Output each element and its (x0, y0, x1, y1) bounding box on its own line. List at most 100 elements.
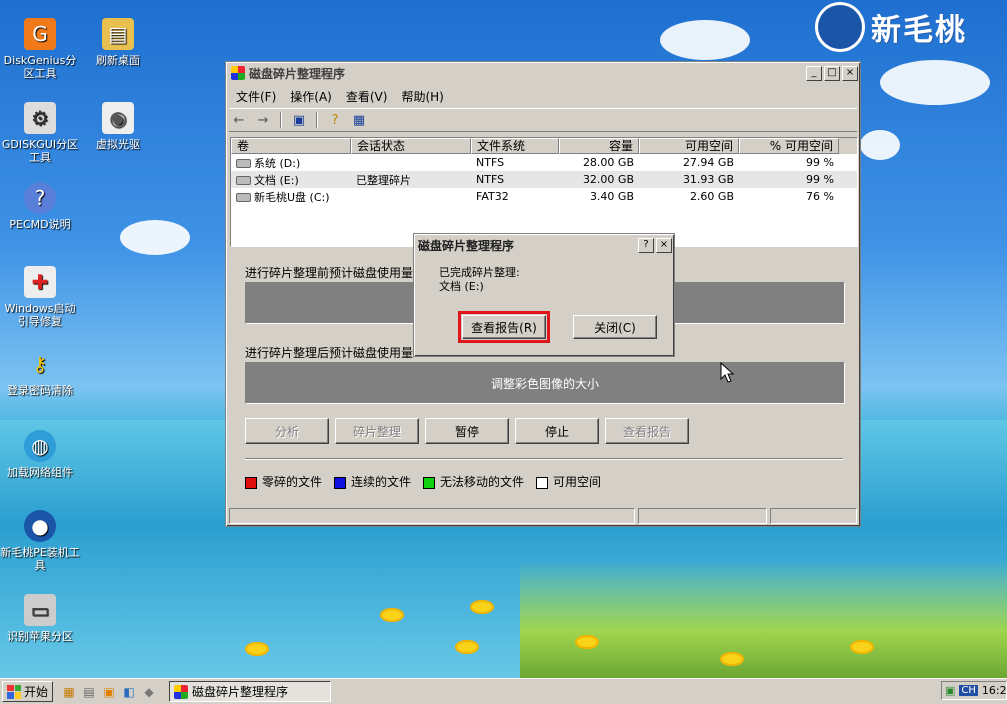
diskgenius-icon: G (24, 18, 56, 50)
menu-bar: 文件(F) 操作(A) 查看(V) 帮助(H) (229, 86, 451, 104)
taskbar: 开始 ▦ ▤ ▣ ◧ ◆ 磁盘碎片整理程序 ▣ CH 16:2 (0, 678, 1007, 704)
apple-partition-icon: ▭ (24, 594, 56, 626)
minimize-button[interactable]: _ (806, 65, 822, 81)
back-arrow-icon[interactable]: ← (229, 111, 249, 129)
desktop-icon-installer[interactable]: ● 新毛桃PE装机工具 (0, 510, 80, 572)
maximize-button[interactable]: □ (824, 65, 840, 81)
desktop-icon-refresh[interactable]: ▤ 刷新桌面 (78, 18, 158, 67)
legend: 零碎的文件 连续的文件 无法移动的文件 可用空间 (245, 473, 601, 490)
flower (850, 640, 874, 654)
toolbar-separator (280, 112, 282, 128)
start-button[interactable]: 开始 (2, 681, 54, 702)
show-hide-tree-icon[interactable]: ▣ (289, 111, 309, 129)
desktop-icon-virtual-drive[interactable]: ◉ 虚拟光驱 (78, 102, 158, 151)
legend-fragmented: 零碎的文件 (245, 473, 322, 490)
after-usage-label: 进行碎片整理后预计磁盘使用量 (245, 346, 414, 360)
legend-swatch-blue (334, 476, 347, 489)
help-topic-icon[interactable]: ? (325, 111, 345, 129)
column-session-status[interactable]: 会话状态 (351, 138, 471, 154)
clock[interactable]: 16:2 (982, 684, 1007, 697)
brand-logo: 新毛桃 (815, 2, 967, 52)
cloud (880, 60, 990, 105)
volume-list: 卷 会话状态 文件系统 容量 可用空间 % 可用空间 系统 (D:) NTFS … (230, 137, 858, 247)
legend-contiguous: 连续的文件 (334, 473, 411, 490)
desktop-icon-diskgenius[interactable]: G DiskGenius分区工具 (0, 18, 80, 80)
dialog-message: 已完成碎片整理: 文档 (E:) (439, 266, 520, 293)
dialog-view-report-button[interactable]: 查看报告(R) (458, 311, 550, 343)
mouse-cursor-icon (720, 362, 734, 383)
hard-drive-icon (236, 159, 251, 168)
dialog-close-button[interactable]: × (656, 237, 672, 253)
defrag-complete-dialog: 磁盘碎片整理程序 ? × 已完成碎片整理: 文档 (E:) 查看报告(R) 关闭… (413, 233, 675, 357)
desktop-icon-pecmd[interactable]: ? PECMD说明 (0, 182, 80, 231)
hard-drive-icon (236, 193, 251, 202)
pause-button[interactable]: 暂停 (425, 418, 509, 444)
cloud (660, 20, 750, 60)
menu-action[interactable]: 操作(A) (283, 86, 339, 104)
column-percent-free[interactable]: % 可用空间 (739, 138, 839, 154)
quick-launch-folder-icon[interactable]: ▣ (101, 684, 117, 700)
volume-list-header: 卷 会话状态 文件系统 容量 可用空间 % 可用空间 (231, 138, 857, 154)
menu-help[interactable]: 帮助(H) (394, 86, 450, 104)
flower (575, 635, 599, 649)
ime-indicator[interactable]: CH (959, 685, 978, 696)
help-icon: ? (24, 182, 56, 214)
menu-file[interactable]: 文件(F) (229, 86, 283, 104)
after-usage-bar-text: 调整彩色图像的大小 (490, 376, 599, 391)
peach-logo-icon (815, 2, 865, 52)
defrag-app-icon (231, 66, 245, 80)
legend-free-space: 可用空间 (536, 473, 601, 490)
column-capacity[interactable]: 容量 (559, 138, 639, 154)
boot-repair-icon: ✚ (24, 266, 56, 298)
column-free-space[interactable]: 可用空间 (639, 138, 739, 154)
analyze-button[interactable]: 分析 (245, 418, 329, 444)
divider (245, 458, 843, 460)
legend-swatch-white (536, 476, 549, 489)
key-icon: ⚷ (32, 351, 48, 376)
tray-network-icon[interactable]: ▣ (945, 684, 955, 697)
window-title: 磁盘碎片整理程序 (249, 66, 346, 81)
properties-icon[interactable]: ▦ (349, 111, 369, 129)
quick-launch: ▦ ▤ ▣ ◧ ◆ (61, 684, 157, 700)
defrag-button[interactable]: 碎片整理 (335, 418, 419, 444)
flower (720, 652, 744, 666)
quick-launch-printer-icon[interactable]: ▤ (81, 684, 97, 700)
window-titlebar[interactable]: 磁盘碎片整理程序 _ □ × (228, 64, 858, 82)
taskbar-item-defrag[interactable]: 磁盘碎片整理程序 (169, 681, 332, 702)
after-usage-bar: 调整彩色图像的大小 (245, 362, 845, 404)
defrag-app-icon (174, 684, 189, 699)
quick-launch-eraser-icon[interactable]: ◆ (141, 684, 157, 700)
dialog-title: 磁盘碎片整理程序 (418, 238, 515, 253)
table-row[interactable]: 新毛桃U盘 (C:) FAT32 3.40 GB 2.60 GB 76 % (231, 188, 857, 205)
flower (470, 600, 494, 614)
desktop-icon-apple-partition[interactable]: ▭ 识别苹果分区 (0, 594, 80, 643)
desktop-icon-password[interactable]: ⚷ 登录密码清除 (0, 348, 80, 398)
menu-view[interactable]: 查看(V) (339, 86, 395, 104)
network-icon: ◍ (24, 430, 56, 462)
column-volume[interactable]: 卷 (231, 138, 351, 154)
status-pane (229, 508, 635, 524)
cloud (120, 220, 190, 255)
forward-arrow-icon[interactable]: → (253, 111, 273, 129)
table-row[interactable]: 文档 (E:) 已整理碎片 NTFS 32.00 GB 31.93 GB 99 … (231, 171, 857, 188)
quick-launch-image-icon[interactable]: ◧ (121, 684, 137, 700)
stop-button[interactable]: 停止 (515, 418, 599, 444)
desktop-icon-boot-repair[interactable]: ✚ Windows启动引导修复 (0, 266, 80, 328)
quick-launch-tool-icon[interactable]: ▦ (61, 684, 77, 700)
desktop-icon-network[interactable]: ◍ 加载网络组件 (0, 430, 80, 479)
view-report-button[interactable]: 查看报告 (605, 418, 689, 444)
installer-icon: ● (24, 510, 56, 542)
hard-drive-icon (236, 176, 251, 185)
grass (520, 560, 1007, 680)
table-row[interactable]: 系统 (D:) NTFS 28.00 GB 27.94 GB 99 % (231, 154, 857, 171)
close-button[interactable]: × (842, 65, 858, 81)
dialog-help-button[interactable]: ? (638, 237, 654, 253)
desktop-icon-gdisk[interactable]: ⚙ GDISKGUI分区工具 (0, 102, 80, 164)
legend-swatch-green (423, 476, 436, 489)
dialog-titlebar[interactable]: 磁盘碎片整理程序 ? × (416, 236, 672, 254)
toolbar-separator (316, 112, 318, 128)
legend-unmovable: 无法移动的文件 (423, 473, 524, 490)
dialog-close-dialog-button[interactable]: 关闭(C) (573, 315, 657, 339)
toolbar: ← → ▣ ? ▦ (229, 108, 857, 132)
column-file-system[interactable]: 文件系统 (471, 138, 559, 154)
